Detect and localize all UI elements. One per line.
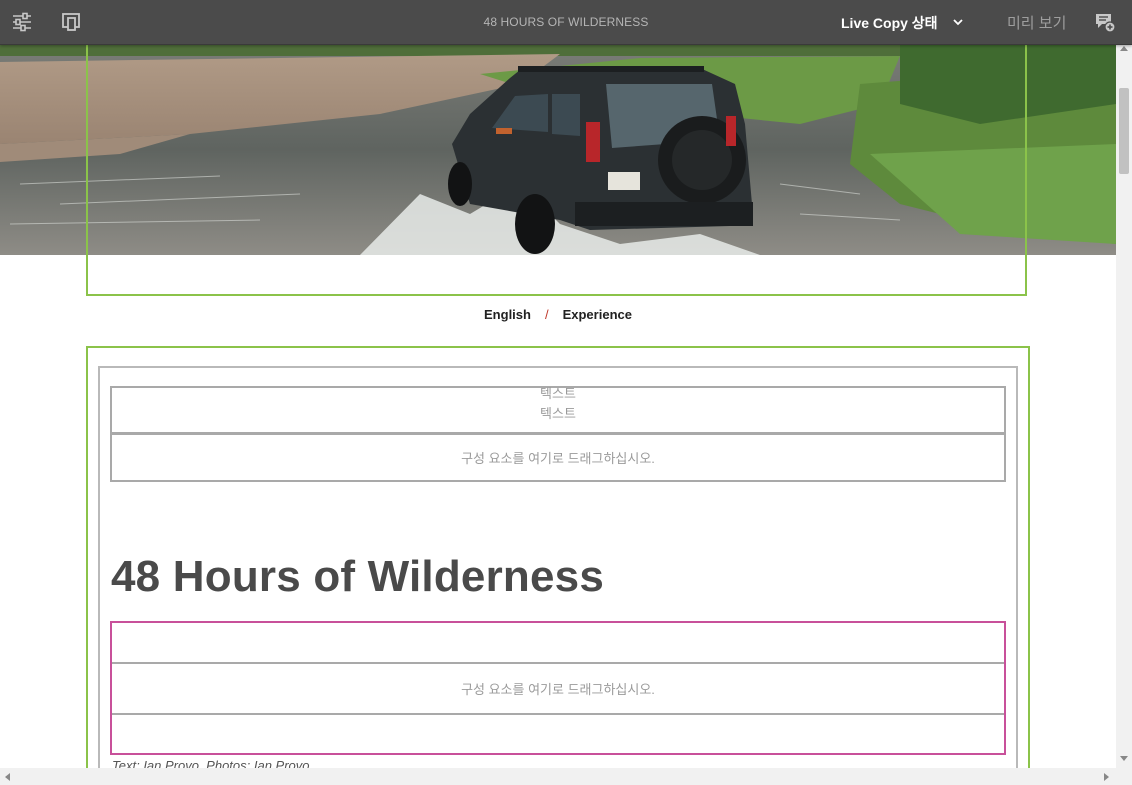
drop-zone[interactable]: 구성 요소를 여기로 드래그하십시오. [110, 433, 1006, 482]
drop-zone-label: 구성 요소를 여기로 드래그하십시오. [461, 451, 655, 466]
scroll-right-icon[interactable] [1104, 773, 1109, 781]
live-copy-frame-hero[interactable] [86, 44, 1027, 296]
selected-component-frame[interactable]: 구성 요소를 여기로 드래그하십시오. [110, 621, 1006, 755]
scroll-up-icon[interactable] [1120, 46, 1128, 51]
text-component-label: 텍스트 [540, 386, 576, 401]
editor-toolbar: 48 HOURS OF WILDERNESS Live Copy 상태 미리 보… [0, 0, 1132, 45]
breadcrumb-item-experience[interactable]: Experience [563, 307, 632, 322]
drop-zone-secondary[interactable]: 구성 요소를 여기로 드래그하십시오. [112, 662, 1004, 715]
text-component-label-secondary: 텍스트 [540, 406, 576, 421]
live-copy-status-button[interactable]: Live Copy 상태 [841, 13, 938, 33]
annotations-icon[interactable] [1094, 11, 1116, 33]
breadcrumb-separator: / [544, 307, 549, 322]
credit-text: Text: Ian Provo, Photos: Ian Provo [112, 758, 310, 768]
scroll-down-icon[interactable] [1120, 756, 1128, 761]
breadcrumb: English / Experience [0, 307, 1116, 322]
chevron-down-icon[interactable] [951, 15, 965, 29]
scroll-left-icon[interactable] [5, 773, 10, 781]
article-title[interactable]: 48 Hours of Wilderness [111, 552, 604, 602]
drop-zone-label-secondary: 구성 요소를 여기로 드래그하십시오. [461, 682, 655, 697]
page-canvas: English / Experience 텍스트 텍스트 구성 요소를 여기로 드래… [0, 44, 1116, 768]
breadcrumb-item-english[interactable]: English [484, 307, 531, 322]
horizontal-scrollbar[interactable] [0, 768, 1132, 785]
vertical-scrollbar-thumb[interactable] [1119, 88, 1129, 174]
preview-button[interactable]: 미리 보기 [1007, 12, 1066, 33]
